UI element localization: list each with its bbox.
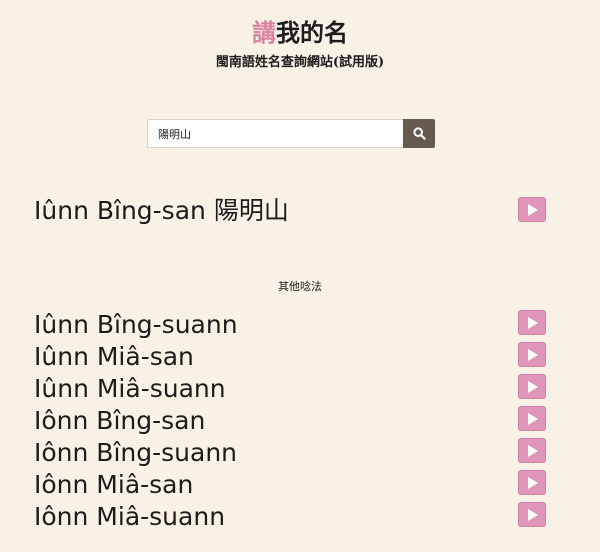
page-title: 講我的名 — [0, 16, 600, 50]
list-item: Iûnn Miâ-suann — [34, 372, 546, 404]
alternative-reading: Iônn Bîng-suann — [34, 438, 238, 467]
alternative-play-button[interactable] — [518, 310, 546, 335]
other-readings-heading: 其他唸法 — [278, 280, 322, 293]
alternative-play-button[interactable] — [518, 470, 546, 495]
play-icon — [527, 444, 538, 457]
play-icon — [527, 508, 538, 521]
main-result-row: Iûnn Bîng-san 陽明山 — [34, 194, 546, 232]
list-item: Iûnn Bîng-suann — [34, 308, 546, 340]
search-button[interactable] — [403, 119, 435, 148]
search-input[interactable] — [147, 119, 403, 148]
alternative-play-button[interactable] — [518, 438, 546, 463]
alternative-reading: Iûnn Bîng-suann — [34, 310, 238, 339]
alternative-play-button[interactable] — [518, 406, 546, 431]
main-reading: Iûnn Bîng-san 陽明山 — [34, 196, 289, 225]
alternative-play-button[interactable] — [518, 374, 546, 399]
alternative-readings-list: Iûnn Bîng-suann Iûnn Miâ-san Iûnn Miâ-su… — [34, 308, 546, 532]
search-icon — [412, 127, 426, 140]
alternative-reading: Iûnn Miâ-san — [34, 342, 194, 371]
list-item: Iûnn Miâ-san — [34, 340, 546, 372]
play-icon — [527, 316, 538, 329]
alternative-reading: Iônn Bîng-san — [34, 406, 206, 435]
title-accent: 講 — [252, 18, 276, 47]
play-icon — [527, 203, 538, 216]
alternative-play-button[interactable] — [518, 502, 546, 527]
list-item: Iônn Bîng-san — [34, 404, 546, 436]
list-item: Iônn Miâ-suann — [34, 500, 546, 532]
alternative-reading: Iûnn Miâ-suann — [34, 374, 226, 403]
play-icon — [527, 380, 538, 393]
main-play-button[interactable] — [518, 197, 546, 222]
page-subtitle: 閩南語姓名查詢網站(試用版) — [215, 55, 385, 70]
play-icon — [527, 476, 538, 489]
alternative-reading: Iônn Miâ-san — [34, 470, 194, 499]
alternative-play-button[interactable] — [518, 342, 546, 367]
search-bar — [147, 119, 435, 148]
play-icon — [527, 348, 538, 361]
list-item: Iônn Miâ-san — [34, 468, 546, 500]
play-icon — [527, 412, 538, 425]
alternative-reading: Iônn Miâ-suann — [34, 502, 226, 531]
title-rest: 我的名 — [276, 18, 348, 47]
list-item: Iônn Bîng-suann — [34, 436, 546, 468]
